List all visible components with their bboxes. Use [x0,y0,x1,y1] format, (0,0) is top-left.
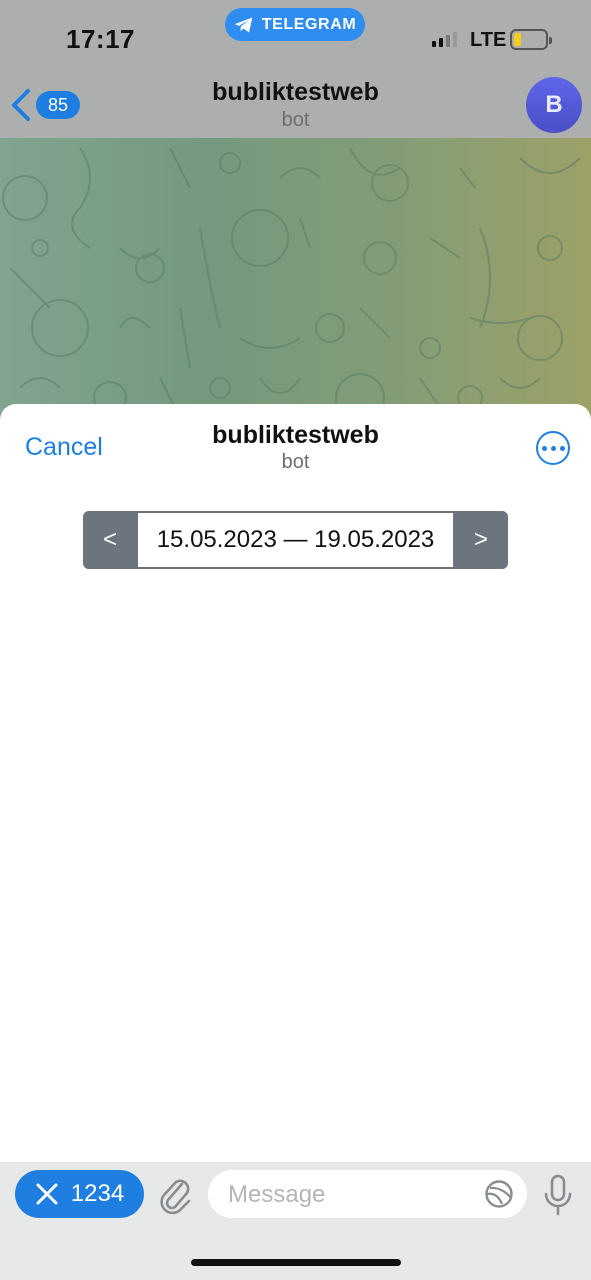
modal-dim-overlay [0,0,591,430]
status-time: 17:17 [66,24,135,54]
telegram-pill[interactable]: TELEGRAM [225,8,365,41]
bot-keyboard-button[interactable]: 1234 [15,1170,144,1218]
date-range-value[interactable]: 15.05.2023 — 19.05.2023 [137,512,454,568]
telegram-pill-label: TELEGRAM [261,15,357,33]
sheet-title: bubliktestweb [212,421,379,449]
chat-background [0,0,591,430]
close-x-icon [36,1183,58,1205]
battery-icon [510,29,552,50]
webapp-sheet: Cancel bubliktestweb bot < 15.05.2023 — … [0,404,591,1162]
microphone-icon[interactable] [543,1174,573,1218]
bot-keyboard-label: 1234 [70,1180,125,1207]
paperclip-icon[interactable] [158,1174,194,1216]
avatar[interactable]: B [526,77,582,133]
home-indicator [191,1259,401,1266]
message-placeholder: Message [228,1181,326,1208]
chat-title: bubliktestweb [212,78,379,106]
sticker-icon[interactable] [484,1179,514,1209]
prev-range-button[interactable]: < [83,511,137,569]
message-input[interactable]: Message [208,1170,527,1218]
network-type: LTE [470,29,507,51]
sheet-subtitle: bot [281,451,310,473]
next-range-button[interactable]: > [454,511,508,569]
telegram-plane-icon [234,17,253,32]
date-range-picker: < 15.05.2023 — 19.05.2023 > [83,511,508,569]
signal-icon [432,32,457,47]
more-dots-icon[interactable] [536,431,570,465]
message-input-bar: 1234 Message [0,1162,591,1280]
chat-subtitle: bot [281,109,310,131]
